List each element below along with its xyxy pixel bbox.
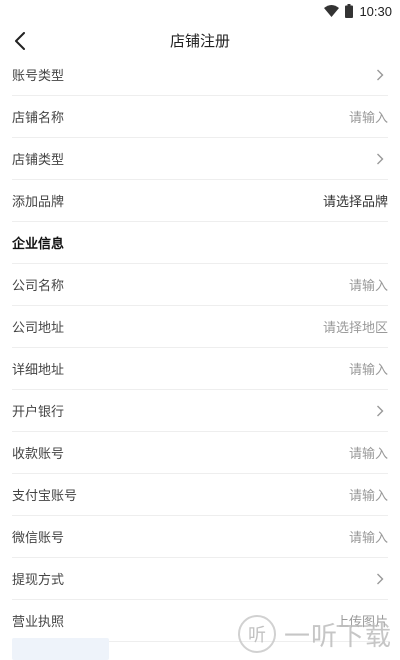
status-bar: 10:30 [0,0,400,22]
account-type-label: 账号类型 [12,69,65,84]
shop-name-row[interactable]: 店铺名称 请输入 [12,96,388,138]
company-address-row[interactable]: 公司地址 请选择地区 [12,306,388,348]
alipay-account-input[interactable]: 请输入 [349,485,388,504]
company-address-label: 公司地址 [12,321,65,336]
wechat-account-row[interactable]: 微信账号 请输入 [12,516,388,558]
chevron-right-icon [377,69,384,80]
watermark: 听 一听下载 [238,612,398,656]
chevron-right-icon [377,153,384,164]
registration-form: 账号类型 店铺名称 请输入 店铺类型 添加品牌 请选择品牌 企业信息 公司名称 … [12,54,388,642]
page-title: 店铺注册 [169,32,230,50]
wechat-account-label: 微信账号 [12,531,65,546]
region-select[interactable]: 请选择地区 [323,317,388,336]
business-license-label: 营业执照 [12,615,65,630]
withdraw-method-label: 提现方式 [12,573,65,588]
receiving-account-label: 收款账号 [12,447,65,462]
watermark-text: 一听下载 [284,621,393,652]
status-icons: 10:30 [324,3,392,19]
add-brand-label: 添加品牌 [12,195,65,210]
company-name-label: 公司名称 [12,279,65,294]
section-title: 企业信息 [12,237,65,252]
brand-select[interactable]: 请选择品牌 [323,191,388,210]
wechat-account-input[interactable]: 请输入 [349,527,388,546]
add-brand-row[interactable]: 添加品牌 请选择品牌 [12,180,388,222]
detail-address-row[interactable]: 详细地址 请输入 [12,348,388,390]
chevron-right-icon [377,405,384,416]
chevron-right-icon [377,573,384,584]
alipay-account-label: 支付宝账号 [12,489,78,504]
bank-label: 开户银行 [12,405,65,420]
status-time: 10:30 [359,3,392,19]
receiving-account-input[interactable]: 请输入 [349,443,388,462]
upload-area[interactable] [12,638,109,660]
battery-icon [345,4,354,18]
withdraw-method-row[interactable]: 提现方式 [12,558,388,600]
alipay-account-row[interactable]: 支付宝账号 请输入 [12,474,388,516]
shop-type-row[interactable]: 店铺类型 [12,138,388,180]
account-type-row[interactable]: 账号类型 [12,54,388,96]
shop-name-label: 店铺名称 [12,111,65,126]
detail-address-label: 详细地址 [12,363,65,378]
shop-name-input[interactable]: 请输入 [349,107,388,126]
bank-row[interactable]: 开户银行 [12,390,388,432]
company-name-input[interactable]: 请输入 [349,275,388,294]
watermark-logo: 听 [238,615,276,653]
receiving-account-row[interactable]: 收款账号 请输入 [12,432,388,474]
company-name-row[interactable]: 公司名称 请输入 [12,264,388,306]
enterprise-section-header: 企业信息 [12,222,388,264]
detail-address-input[interactable]: 请输入 [349,359,388,378]
shop-type-label: 店铺类型 [12,153,65,168]
wifi-icon [324,5,340,17]
